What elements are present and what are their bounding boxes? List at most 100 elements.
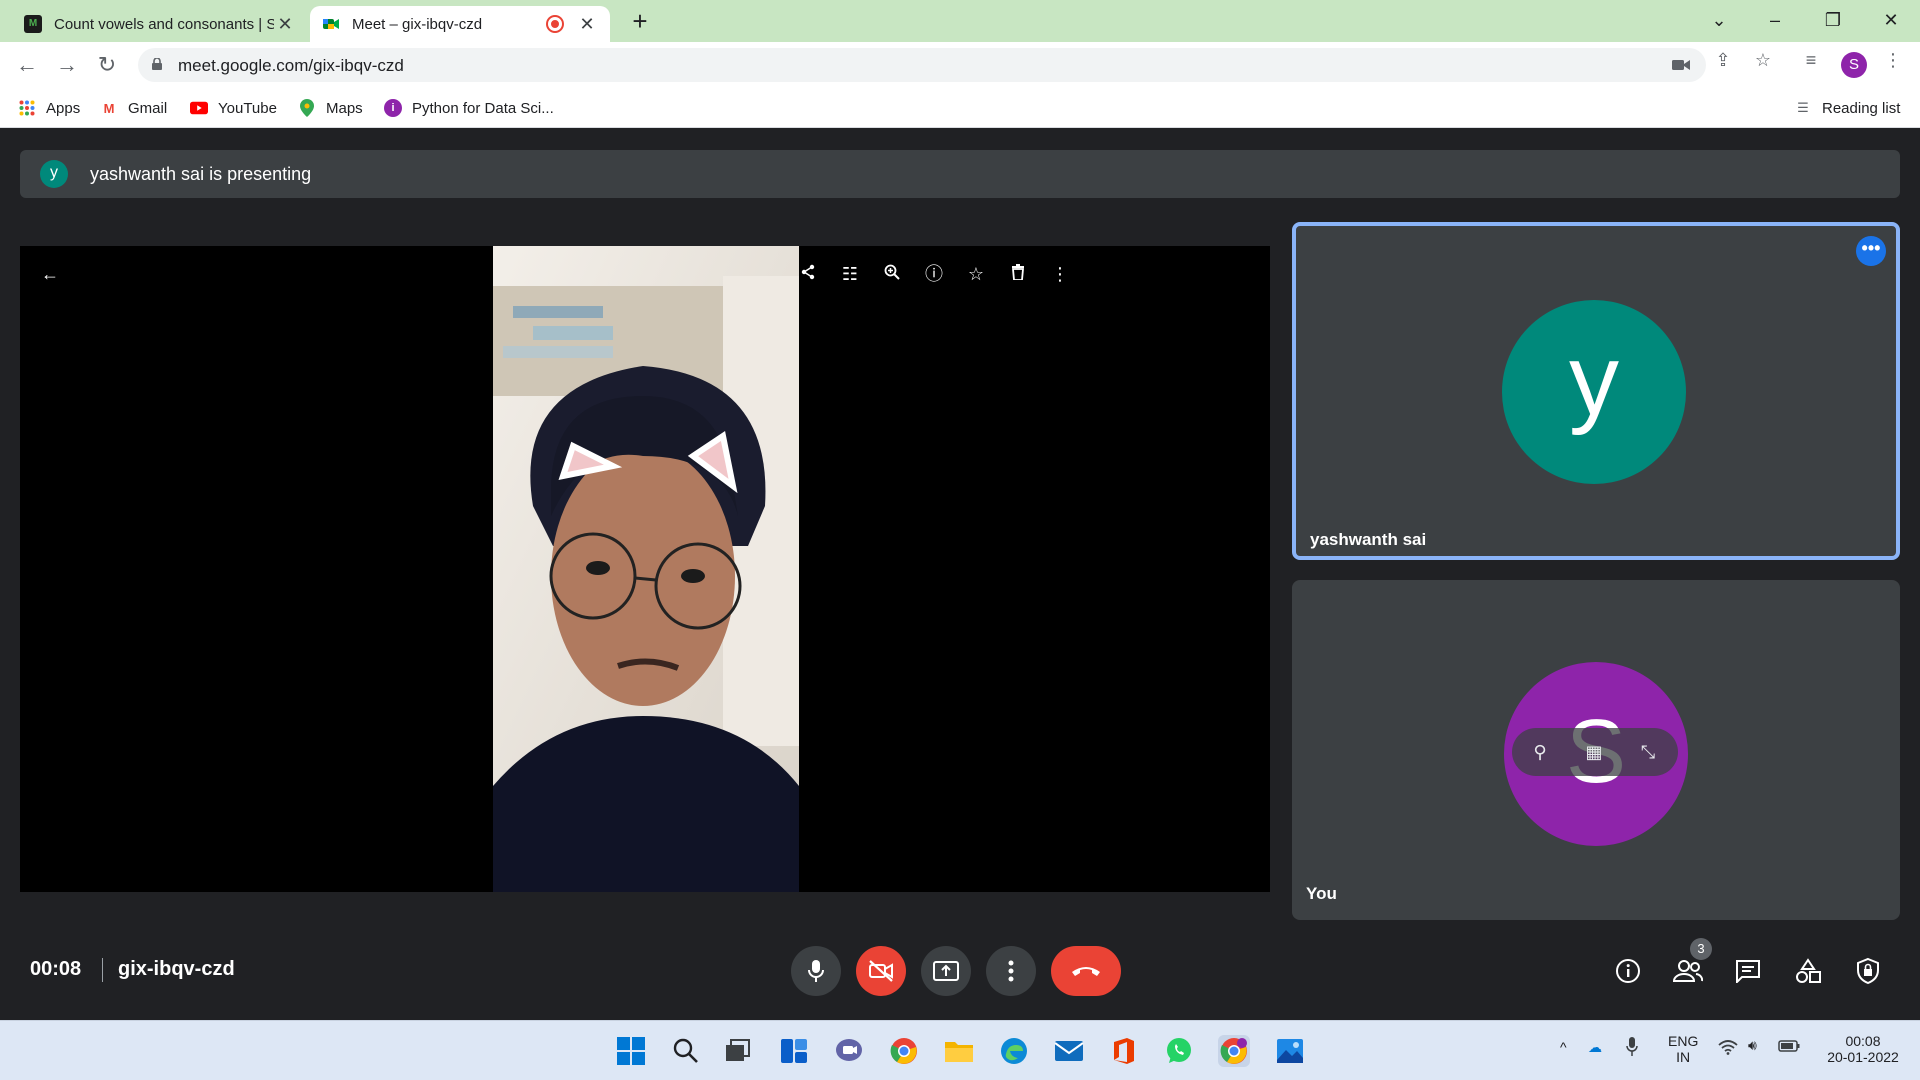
remove-tile-icon[interactable]: ▦ [1582,740,1606,764]
reload-icon[interactable]: ↻ [92,50,122,80]
microphone-icon [808,960,824,982]
youtube-icon [190,99,208,117]
leave-call-button[interactable] [1051,946,1121,996]
meeting-details-button[interactable] [1611,954,1645,988]
back-arrow-icon[interactable]: ← [36,260,64,288]
battery-icon[interactable] [1778,1039,1800,1055]
bookmarks-bar: Apps M Gmail YouTube Maps i Python for D… [0,88,1920,128]
minimize-tile-icon[interactable]: ⤡ [1636,740,1660,764]
show-hidden-icons-chevron-icon[interactable]: ^ [1560,1039,1567,1055]
tab-meet[interactable]: Meet – gix-ibqv-czd ✕ [310,6,610,42]
forward-arrow-icon[interactable]: → [52,50,82,80]
microphone-tray-icon[interactable] [1626,1037,1638,1060]
divider [102,958,103,982]
teams-chat-icon[interactable] [833,1035,865,1067]
restore-window-button[interactable]: ❐ [1810,0,1856,40]
chrome-active-icon[interactable] [1218,1035,1250,1067]
presenter-avatar: y [40,160,68,188]
bookmark-star-icon[interactable]: ☆ [1752,49,1774,71]
volume-icon[interactable]: 🔊︎ [1748,1037,1757,1054]
presenting-banner: y yashwanth sai is presenting [20,150,1900,198]
edge-icon[interactable] [998,1035,1030,1067]
more-vert-icon[interactable]: ⋮ [1046,260,1074,288]
participant-name: You [1306,884,1337,903]
bookmark-label: YouTube [218,99,277,117]
chat-button[interactable] [1731,954,1765,988]
gmail-icon: M [103,100,115,116]
bookmark-label: Gmail [128,99,168,117]
browser-menu-icon[interactable]: ⋮ [1882,49,1904,71]
task-view-icon[interactable] [722,1035,754,1067]
back-arrow-icon[interactable]: ← [12,50,42,80]
hang-up-icon [1072,967,1100,976]
participant-tile-yashwanth[interactable]: ••• y yashwanth sai [1292,222,1900,560]
call-controls-bar: 00:08 gix-ibqv-czd 3 [0,928,1920,1020]
adjust-sliders-icon[interactable]: ☷ [836,260,864,288]
people-icon [1673,960,1703,982]
star-icon[interactable]: ☆ [962,260,990,288]
camera-off-button[interactable] [856,946,906,996]
site-favicon-icon: M [24,15,42,33]
google-meet-favicon-icon [322,15,340,33]
minimize-window-button[interactable]: – [1752,0,1798,40]
close-window-button[interactable]: ✕ [1868,0,1914,40]
close-tab-icon[interactable]: ✕ [576,14,598,35]
browser-toolbar: ← → ↻ meet.google.com/gix-ibqv-czd ⇪ ☆ ≡… [0,42,1920,88]
start-windows-icon[interactable] [615,1035,647,1067]
share-icon[interactable]: ⇪ [1712,49,1734,71]
mail-icon[interactable] [1053,1035,1085,1067]
photos-icon[interactable] [1274,1035,1306,1067]
host-controls-button[interactable] [1851,954,1885,988]
info-icon [1616,959,1640,983]
bookmark-python-data-sci[interactable]: i Python for Data Sci... [384,96,554,120]
call-time: 00:08 [30,958,82,980]
info-icon[interactable]: ⓘ [920,260,948,288]
zoom-in-icon[interactable] [878,260,906,288]
microphone-button[interactable] [791,946,841,996]
camera-icon[interactable] [1670,55,1692,77]
participant-tile-you[interactable]: S ⚲ ▦ ⤡ You [1292,580,1900,920]
whatsapp-icon[interactable] [1163,1035,1195,1067]
language-indicator[interactable]: ENG IN [1668,1033,1698,1065]
new-tab-button[interactable]: + [624,6,656,36]
file-explorer-icon[interactable] [943,1035,975,1067]
bookmark-label: Python for Data Sci... [412,99,554,117]
reading-list-button[interactable]: ☰ Reading list [1794,96,1900,120]
meeting-code: gix-ibqv-czd [118,958,235,980]
region-code: IN [1676,1049,1691,1065]
wifi-icon[interactable] [1718,1039,1738,1058]
camera-off-icon [869,960,893,982]
presentation-stage[interactable]: ← ☷ ⓘ ☆ ⋮ [20,246,1270,892]
search-icon[interactable] [670,1035,702,1067]
language-code: ENG [1668,1033,1699,1049]
apps-grid-icon [18,99,36,117]
chat-icon [1736,960,1760,983]
office-icon[interactable] [1108,1035,1140,1067]
onedrive-cloud-icon[interactable]: ☁ [1588,1039,1602,1056]
tab-search-chevron-icon[interactable]: ⌄ [1696,0,1742,40]
bookmark-maps[interactable]: Maps [298,96,363,120]
course-site-icon: i [384,99,402,117]
address-bar[interactable]: meet.google.com/gix-ibqv-czd [138,48,1706,82]
browser-tab-bar: M Count vowels and consonants | S ✕ Meet… [0,0,1920,42]
chrome-icon[interactable] [888,1035,920,1067]
media-control-icon[interactable]: ≡ [1800,49,1822,71]
close-tab-icon[interactable]: ✕ [274,14,296,35]
tab-title: Meet – gix-ibqv-czd [352,15,483,33]
activities-button[interactable] [1791,954,1825,988]
trash-icon[interactable] [1004,260,1032,288]
bookmark-apps[interactable]: Apps [18,96,80,120]
clock[interactable]: 00:08 20-01-2022 [1818,1033,1908,1065]
present-screen-button[interactable] [921,946,971,996]
shield-lock-icon [1857,957,1879,985]
profile-avatar[interactable]: S [1841,52,1867,78]
bookmark-youtube[interactable]: YouTube [190,96,277,120]
tile-hover-controls: ⚲ ▦ ⤡ [1512,728,1678,776]
widgets-icon[interactable] [778,1035,810,1067]
more-options-button[interactable] [986,946,1036,996]
bookmark-gmail[interactable]: M Gmail [100,96,168,120]
more-options-icon[interactable]: ••• [1856,236,1886,266]
tab-count-vowels[interactable]: M Count vowels and consonants | S ✕ [12,6,308,42]
share-icon[interactable] [794,260,822,288]
pin-icon[interactable]: ⚲ [1528,740,1552,764]
